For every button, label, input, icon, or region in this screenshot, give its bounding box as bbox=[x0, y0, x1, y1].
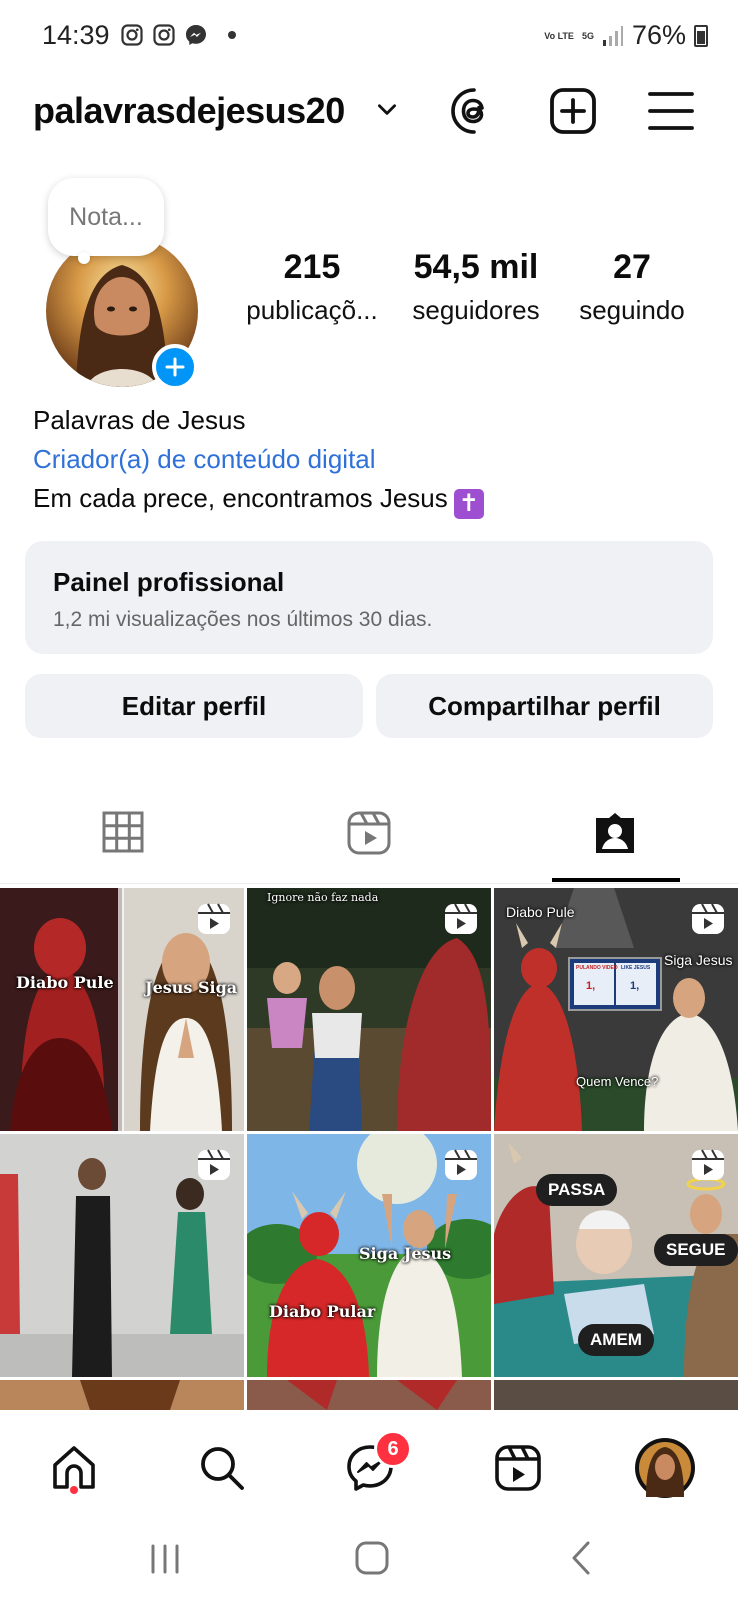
post-caption: Siga Jesus bbox=[664, 952, 733, 968]
profile-bio: Palavras de Jesus Criador(a) de conteúdo… bbox=[33, 405, 484, 519]
stat-followers-label: seguidores bbox=[412, 295, 540, 325]
threads-icon[interactable] bbox=[449, 86, 499, 136]
tab-grid[interactable] bbox=[0, 800, 246, 884]
grid-icon bbox=[102, 811, 144, 853]
post-pill-label: SEGUE bbox=[654, 1234, 738, 1266]
bio-text-line: Em cada prece, encontramos Jesus ✝ bbox=[33, 483, 484, 519]
username-switcher[interactable]: palavrasdejesus20 bbox=[33, 90, 345, 132]
cross-emoji: ✝ bbox=[453, 489, 484, 519]
menu-icon[interactable] bbox=[646, 86, 696, 136]
grid-post[interactable]: Siga Jesus Diabo Pular bbox=[247, 1134, 491, 1377]
battery-percent: 76% bbox=[631, 20, 686, 50]
nav-search[interactable] bbox=[194, 1440, 250, 1496]
reel-indicator-icon bbox=[198, 1149, 230, 1180]
chevron-down-icon[interactable] bbox=[374, 96, 400, 122]
grid-post[interactable] bbox=[247, 1380, 491, 1410]
posts-grid: Diabo Pule Jesus Siga Ignore não faz nad… bbox=[0, 888, 738, 1410]
tab-tagged[interactable] bbox=[492, 800, 738, 884]
grid-post[interactable] bbox=[0, 1380, 244, 1410]
post-caption: Ignore não faz nada bbox=[267, 891, 379, 904]
stat-following-label: seguindo bbox=[579, 295, 685, 325]
notification-icons bbox=[120, 23, 236, 47]
home-activity-dot bbox=[70, 1486, 78, 1494]
post-caption: Quem Vence? bbox=[576, 1074, 659, 1089]
post-caption: Jesus Siga bbox=[145, 978, 238, 997]
post-thumbnail-partial bbox=[0, 1380, 244, 1410]
stat-following-value: 27 bbox=[613, 248, 651, 286]
system-navigation-bar bbox=[0, 1524, 738, 1600]
post-caption: 1, bbox=[586, 980, 596, 992]
grid-post[interactable] bbox=[0, 1134, 244, 1377]
nav-reels[interactable] bbox=[490, 1440, 546, 1496]
post-pill-label: AMEM bbox=[578, 1324, 654, 1356]
stat-following[interactable]: 27 seguindo bbox=[568, 248, 696, 326]
more-notifications-dot bbox=[228, 31, 236, 39]
stat-posts-label: publicaçõ... bbox=[246, 295, 378, 325]
note-bubble-tail bbox=[78, 252, 90, 264]
status-time: 14:39 bbox=[42, 20, 110, 50]
post-caption: LIKE JESUS bbox=[621, 965, 651, 971]
plus-icon bbox=[165, 357, 185, 377]
add-story-button[interactable] bbox=[152, 344, 198, 390]
professional-dashboard[interactable]: Painel profissional 1,2 mi visualizações… bbox=[25, 541, 713, 654]
share-profile-button[interactable]: Compartilhar perfil bbox=[376, 674, 713, 738]
reel-indicator-icon bbox=[445, 903, 477, 934]
panel-title: Painel profissional bbox=[53, 567, 285, 597]
post-thumbnail-partial bbox=[247, 1380, 491, 1410]
instagram-notification-icon bbox=[121, 24, 143, 46]
panel-subtitle: 1,2 mi visualizações nos últimos 30 dias… bbox=[53, 608, 433, 631]
post-pill-label: PASSA bbox=[536, 1174, 618, 1206]
stat-followers-value: 54,5 mil bbox=[413, 248, 539, 286]
tagged-icon bbox=[596, 813, 634, 853]
profile-name: Palavras de Jesus bbox=[33, 405, 246, 435]
reels-icon bbox=[495, 1445, 541, 1491]
post-thumbnail-partial bbox=[494, 1380, 738, 1410]
reel-indicator-icon bbox=[692, 1149, 724, 1180]
5g-indicator: 5G bbox=[581, 30, 594, 41]
grid-post[interactable]: Diabo Pule Siga Jesus Quem Vence? PULAND… bbox=[494, 888, 738, 1131]
reel-indicator-icon bbox=[445, 1149, 477, 1180]
profile-category[interactable]: Criador(a) de conteúdo digital bbox=[33, 444, 484, 475]
grid-post[interactable]: Diabo Pule Jesus Siga bbox=[0, 888, 244, 1131]
profile-tabs bbox=[0, 800, 738, 884]
edit-profile-button[interactable]: Editar perfil bbox=[25, 674, 363, 738]
post-caption: Diabo Pule bbox=[16, 973, 114, 992]
messages-badge: 6 bbox=[374, 1430, 412, 1468]
profile-avatar-small bbox=[635, 1438, 695, 1498]
grid-post[interactable]: Ignore não faz nada bbox=[247, 888, 491, 1131]
grid-post[interactable]: PASSA SEGUE AMEM bbox=[494, 1134, 738, 1377]
stat-followers[interactable]: 54,5 mil seguidores bbox=[396, 248, 556, 326]
nav-profile[interactable] bbox=[634, 1437, 696, 1499]
note-bubble[interactable]: Nota... bbox=[48, 178, 164, 256]
active-tab-indicator bbox=[552, 878, 680, 882]
tab-reels[interactable] bbox=[246, 800, 492, 884]
stat-posts-value: 215 bbox=[283, 248, 341, 286]
post-caption: PULANDO VIDEO bbox=[576, 965, 618, 971]
battery-icon bbox=[694, 24, 708, 47]
reels-icon bbox=[347, 811, 391, 855]
profile-header: palavrasdejesus20 bbox=[0, 80, 738, 150]
instagram-notification-icon bbox=[153, 24, 175, 46]
reel-indicator-icon bbox=[198, 903, 230, 934]
reel-indicator-icon bbox=[692, 903, 724, 934]
status-bar: 14:39 Vo LTE 5G 76% bbox=[0, 0, 738, 72]
bottom-navigation bbox=[0, 1412, 738, 1524]
create-post-icon[interactable] bbox=[548, 86, 598, 136]
volte-indicator: Vo LTE bbox=[544, 30, 574, 41]
recent-apps-icon[interactable] bbox=[148, 1542, 182, 1576]
messenger-notification-icon bbox=[186, 25, 206, 45]
bio-text: Em cada prece, encontramos Jesus bbox=[33, 483, 448, 513]
status-right: Vo LTE 5G 76% bbox=[544, 20, 708, 51]
home-button-icon[interactable] bbox=[354, 1540, 390, 1576]
grid-post[interactable] bbox=[494, 1380, 738, 1410]
search-icon bbox=[201, 1447, 244, 1490]
post-caption: Diabo Pule bbox=[506, 904, 575, 920]
stat-posts[interactable]: 215 publicaçõ... bbox=[242, 248, 382, 326]
signal-icon bbox=[602, 25, 623, 46]
post-caption: 1, bbox=[630, 980, 640, 992]
back-icon[interactable] bbox=[566, 1540, 596, 1576]
post-caption: Diabo Pular bbox=[269, 1302, 376, 1321]
post-caption: Siga Jesus bbox=[359, 1244, 452, 1263]
